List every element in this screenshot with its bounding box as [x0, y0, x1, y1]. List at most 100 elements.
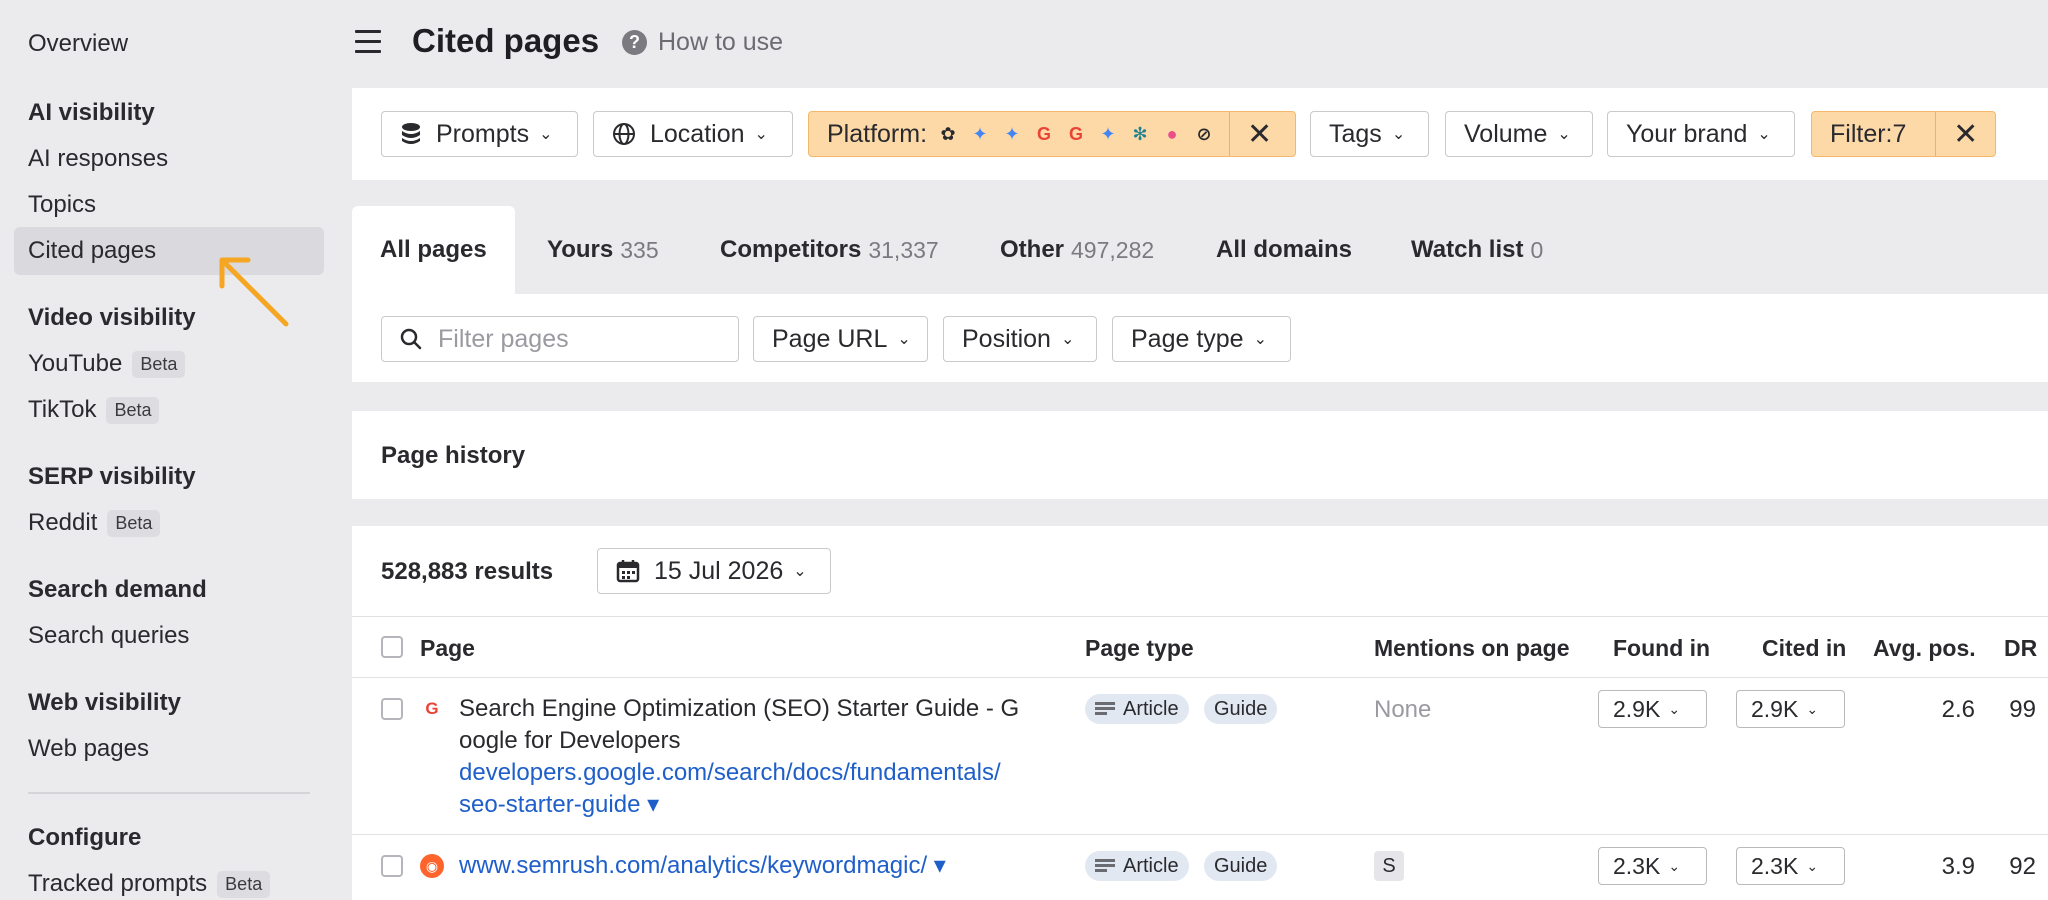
cited-in-value: 2.9K [1751, 695, 1799, 722]
chevron-down-icon: ⌄ [1060, 331, 1075, 348]
tab-watch-list[interactable]: Watch list 0 [1411, 206, 1543, 294]
select-all-checkbox[interactable] [381, 636, 403, 658]
page-history-panel [352, 411, 2048, 499]
row-checkbox[interactable] [381, 855, 403, 877]
your-brand-label: Your brand [1626, 119, 1748, 148]
sidebar-heading-serp-visibility: SERP visibility [28, 463, 196, 490]
grok-icon: ⊘ [1196, 123, 1212, 144]
sidebar-item-cited-pages[interactable]: Cited pages [28, 237, 156, 265]
page-url-link[interactable]: www.semrush.com/analytics/keywordmagic/ … [459, 850, 1079, 882]
page-history-title[interactable]: Page history [381, 442, 525, 470]
how-to-use-label: How to use [658, 28, 784, 56]
close-icon[interactable]: ✕ [1229, 112, 1289, 156]
page-title-line: oogle for Developers [459, 727, 681, 754]
filter-count-button[interactable]: Filter:7 ✕ [1811, 111, 1996, 157]
google-icon: G [1037, 123, 1052, 144]
how-to-use-link[interactable]: ? How to use [622, 28, 783, 57]
cited-in-dropdown[interactable]: 2.3K ⌄ [1736, 847, 1845, 885]
page-url-label: Page URL [772, 324, 888, 353]
search-icon [400, 328, 422, 350]
search-input[interactable] [438, 324, 728, 354]
page-url-link[interactable]: seo-starter-guide ▾ [459, 789, 1059, 821]
tags-filter[interactable]: Tags ⌄ [1310, 111, 1429, 157]
tab-yours[interactable]: Yours 335 [547, 206, 659, 294]
sidebar-item-ai-responses[interactable]: AI responses [28, 145, 168, 173]
row-checkbox[interactable] [381, 698, 403, 720]
tab-label: Competitors [720, 236, 862, 263]
column-header-page-type[interactable]: Page type [1085, 635, 1194, 662]
beta-badge: Beta [106, 396, 160, 424]
page-type-tag-article: Article [1085, 694, 1189, 724]
sidebar-item-youtube[interactable]: YouTube Beta [28, 350, 186, 378]
sidebar-item-search-queries[interactable]: Search queries [28, 622, 189, 650]
chevron-down-icon: ⌄ [1806, 700, 1819, 717]
mention-badge[interactable]: S [1374, 851, 1404, 881]
filter-count-label: Filter:7 [1830, 119, 1907, 148]
location-filter[interactable]: Location ⌄ [593, 111, 793, 157]
your-brand-filter[interactable]: Your brand ⌄ [1607, 111, 1795, 157]
sidebar-item-overview[interactable]: Overview [28, 30, 128, 58]
sidebar-item-tiktok[interactable]: TikTok Beta [28, 396, 160, 424]
tab-other[interactable]: Other 497,282 [1000, 206, 1154, 294]
column-header-cited-in[interactable]: Cited in [1762, 635, 1846, 662]
sidebar-divider [28, 792, 310, 794]
found-in-dropdown[interactable]: 2.9K ⌄ [1598, 690, 1707, 728]
column-header-found-in[interactable]: Found in [1613, 635, 1710, 662]
page-type-tag-article: Article [1085, 851, 1189, 881]
tab-label: All pages [380, 236, 487, 263]
chevron-down-icon: ⌄ [539, 126, 553, 143]
tag-label: Guide [1214, 854, 1268, 877]
sidebar-item-tracked-prompts[interactable]: Tracked prompts Beta [28, 870, 271, 898]
sidebar-item-web-pages[interactable]: Web pages [28, 735, 149, 763]
volume-filter[interactable]: Volume ⌄ [1445, 111, 1593, 157]
page-title-line: Search Engine Optimization (SEO) Starter… [459, 695, 1020, 722]
tab-all-pages[interactable]: All pages [352, 206, 515, 294]
database-icon [402, 123, 420, 144]
menu-icon[interactable] [355, 30, 381, 60]
chevron-down-icon: ⌄ [897, 331, 911, 348]
sidebar-item-label: Reddit [28, 509, 98, 536]
page-type-tag-guide: Guide [1204, 851, 1278, 881]
sidebar-heading-search-demand: Search demand [28, 576, 207, 603]
page-url-link[interactable]: developers.google.com/search/docs/fundam… [459, 757, 1059, 789]
chevron-down-icon: ⌄ [1253, 331, 1267, 348]
platform-filter[interactable]: Platform: ✿ ✦ ✦ G G ✦ ✻ ● ⊘ ✕ [808, 111, 1296, 157]
page-title: Cited pages [412, 22, 600, 59]
sidebar-item-label: YouTube [28, 350, 123, 377]
chevron-down-icon: ⌄ [1557, 126, 1571, 143]
column-header-mentions[interactable]: Mentions on page [1374, 635, 1570, 662]
page-type-dropdown[interactable]: Page type ⌄ [1112, 316, 1291, 362]
sidebar: Overview AI visibility AI responses Topi… [0, 0, 340, 900]
page-type-label: Page type [1131, 324, 1244, 353]
position-dropdown[interactable]: Position ⌄ [943, 316, 1097, 362]
tab-count: 497,282 [1071, 236, 1155, 263]
google-icon: G [1069, 123, 1084, 144]
date-picker[interactable]: 15 Jul 2026 ⌄ [597, 548, 831, 594]
column-header-dr[interactable]: DR [2004, 635, 2037, 662]
tab-all-domains[interactable]: All domains [1216, 206, 1352, 294]
chevron-down-icon: ⌄ [1668, 857, 1681, 874]
prompts-filter[interactable]: Prompts ⌄ [381, 111, 578, 157]
article-icon [1095, 702, 1115, 715]
perplexity-icon: ✻ [1132, 123, 1148, 144]
tab-count: 31,337 [868, 236, 939, 263]
search-field[interactable] [381, 316, 739, 362]
sidebar-item-topics[interactable]: Topics [28, 191, 96, 219]
chevron-down-icon: ⌄ [754, 126, 768, 143]
platform-filter-label-group: Platform: ✿ ✦ ✦ G G ✦ ✻ ● ⊘ [809, 112, 1229, 156]
page-type-tag-guide: Guide [1204, 694, 1278, 724]
page-url-dropdown[interactable]: Page URL ⌄ [753, 316, 928, 362]
cited-in-dropdown[interactable]: 2.9K ⌄ [1736, 690, 1845, 728]
found-in-dropdown[interactable]: 2.3K ⌄ [1598, 847, 1707, 885]
avg-pos-value: 2.6 [1941, 696, 1975, 723]
sidebar-item-reddit[interactable]: Reddit Beta [28, 509, 161, 537]
close-icon[interactable]: ✕ [1935, 112, 1995, 156]
tab-competitors[interactable]: Competitors 31,337 [720, 206, 939, 294]
calendar-icon [616, 560, 640, 583]
sidebar-heading-web-visibility: Web visibility [28, 689, 181, 716]
sidebar-item-label: Tracked prompts [28, 870, 208, 897]
column-header-avg-pos[interactable]: Avg. pos. [1873, 635, 1976, 662]
tag-label: Guide [1214, 697, 1268, 720]
column-header-page[interactable]: Page [420, 635, 475, 662]
pointer-arrow-icon [219, 257, 289, 327]
